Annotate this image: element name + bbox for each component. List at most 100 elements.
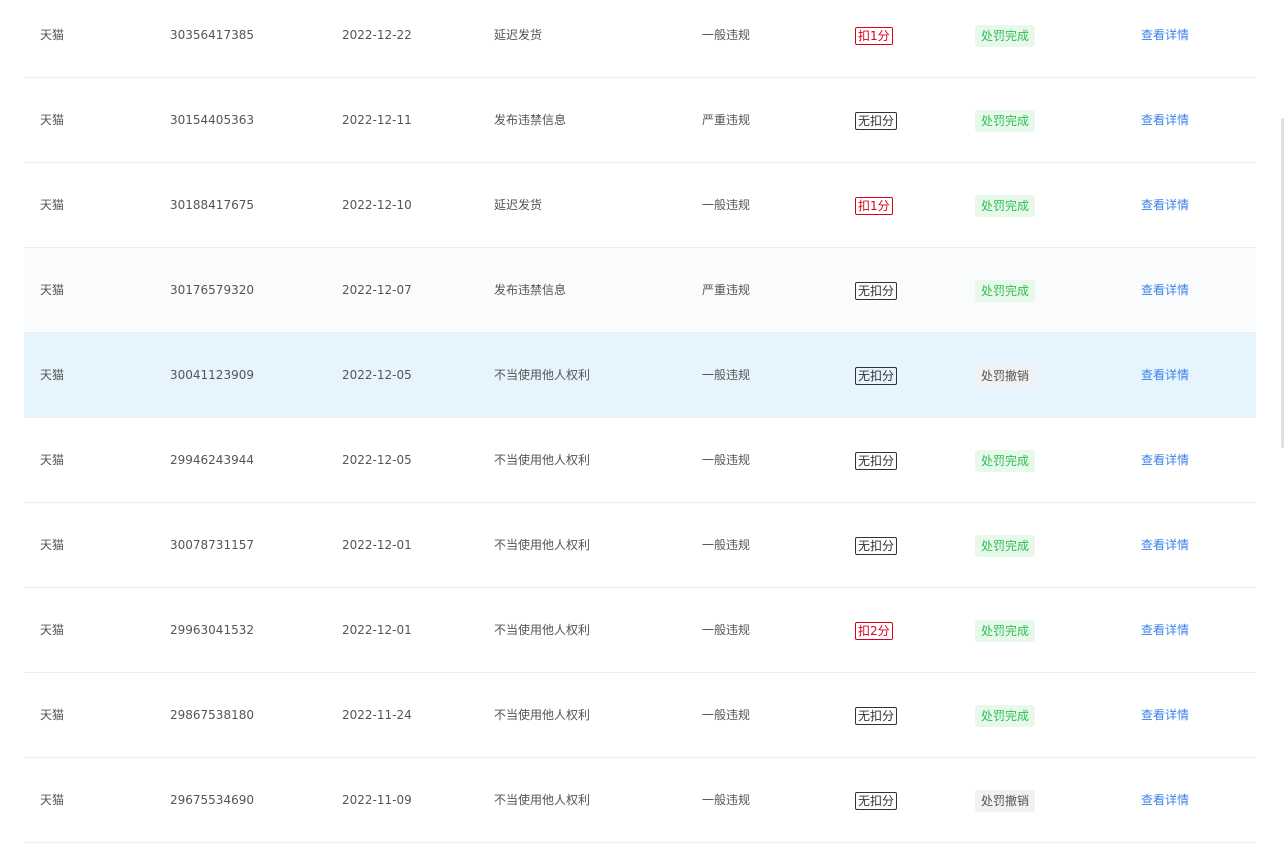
reason-cell: 不当使用他人权利 [494,453,591,467]
violation-id-cell: 30078731157 [170,538,254,552]
action-cell: 查看详情 [1141,503,1189,587]
reason-cell: 不当使用他人权利 [494,623,591,637]
date-cell: 2022-12-10 [342,198,412,212]
view-details-link[interactable]: 查看详情 [1141,538,1189,552]
status-cell: 处罚完成 [975,78,1036,162]
status-cell: 处罚完成 [975,503,1036,587]
date-cell: 2022-12-05 [342,368,412,382]
reason-cell: 不当使用他人权利 [494,708,591,722]
points-tag: 无扣分 [855,791,898,810]
violation-table: 天猫 30356417385 2022-12-22 延迟发货 一般违规 扣1分 … [24,0,1256,843]
action-cell: 查看详情 [1141,758,1189,842]
table-row: 天猫 30356417385 2022-12-22 延迟发货 一般违规 扣1分 … [24,0,1256,78]
points-tag: 扣2分 [855,621,893,640]
points-cell: 无扣分 [855,503,898,587]
table-row: 天猫 30176579320 2022-12-07 发布违禁信息 严重违规 无扣… [24,248,1256,333]
status-cell: 处罚完成 [975,248,1036,332]
view-details-link[interactable]: 查看详情 [1141,708,1189,722]
view-details-link[interactable]: 查看详情 [1141,793,1189,807]
status-badge: 处罚完成 [975,704,1036,727]
date-cell: 2022-11-24 [342,708,412,722]
level-cell: 一般违规 [702,453,751,467]
points-tag: 无扣分 [855,366,898,385]
status-badge: 处罚完成 [975,449,1036,472]
date-cell: 2022-12-07 [342,283,412,297]
points-tag: 无扣分 [855,536,898,555]
platform-cell: 天猫 [40,198,65,212]
level-cell: 一般违规 [702,538,751,552]
platform-cell: 天猫 [40,368,65,382]
level-cell: 严重违规 [702,283,751,297]
violation-id-cell: 29946243944 [170,453,254,467]
table-row: 天猫 29946243944 2022-12-05 不当使用他人权利 一般违规 … [24,418,1256,503]
reason-cell: 不当使用他人权利 [494,368,591,382]
points-tag: 无扣分 [855,111,898,130]
status-badge: 处罚撤销 [975,364,1036,387]
level-cell: 一般违规 [702,708,751,722]
view-details-link[interactable]: 查看详情 [1141,453,1189,467]
date-cell: 2022-12-01 [342,623,412,637]
status-cell: 处罚撤销 [975,333,1036,417]
date-cell: 2022-12-05 [342,453,412,467]
status-badge: 处罚完成 [975,619,1036,642]
points-tag: 扣1分 [855,26,893,45]
points-tag: 无扣分 [855,281,898,300]
action-cell: 查看详情 [1141,418,1189,502]
level-cell: 一般违规 [702,28,751,42]
status-cell: 处罚完成 [975,163,1036,247]
platform-cell: 天猫 [40,623,65,637]
violation-id-cell: 30176579320 [170,283,254,297]
table-row: 天猫 30078731157 2022-12-01 不当使用他人权利 一般违规 … [24,503,1256,588]
date-cell: 2022-11-09 [342,793,412,807]
points-cell: 无扣分 [855,248,898,332]
action-cell: 查看详情 [1141,588,1189,672]
view-details-link[interactable]: 查看详情 [1141,198,1189,212]
status-cell: 处罚完成 [975,0,1036,77]
status-badge: 处罚完成 [975,24,1036,47]
points-cell: 无扣分 [855,78,898,162]
view-details-link[interactable]: 查看详情 [1141,113,1189,127]
level-cell: 一般违规 [702,198,751,212]
points-cell: 扣2分 [855,588,893,672]
status-cell: 处罚完成 [975,588,1036,672]
reason-cell: 不当使用他人权利 [494,538,591,552]
points-tag: 扣1分 [855,196,893,215]
level-cell: 一般违规 [702,623,751,637]
points-cell: 扣1分 [855,163,893,247]
view-details-link[interactable]: 查看详情 [1141,283,1189,297]
action-cell: 查看详情 [1141,673,1189,757]
status-cell: 处罚完成 [975,673,1036,757]
violation-id-cell: 30356417385 [170,28,254,42]
points-cell: 无扣分 [855,758,898,842]
date-cell: 2022-12-01 [342,538,412,552]
violation-id-cell: 29675534690 [170,793,254,807]
points-cell: 扣1分 [855,0,893,77]
platform-cell: 天猫 [40,538,65,552]
status-cell: 处罚完成 [975,418,1036,502]
reason-cell: 发布违禁信息 [494,283,567,297]
points-cell: 无扣分 [855,418,898,502]
points-cell: 无扣分 [855,333,898,417]
status-badge: 处罚完成 [975,279,1036,302]
table-row: 天猫 29963041532 2022-12-01 不当使用他人权利 一般违规 … [24,588,1256,673]
action-cell: 查看详情 [1141,0,1189,77]
table-row: 天猫 29675534690 2022-11-09 不当使用他人权利 一般违规 … [24,758,1256,843]
view-details-link[interactable]: 查看详情 [1141,28,1189,42]
action-cell: 查看详情 [1141,333,1189,417]
status-cell: 处罚撤销 [975,758,1036,842]
status-badge: 处罚完成 [975,109,1036,132]
reason-cell: 延迟发货 [494,198,543,212]
violation-id-cell: 30154405363 [170,113,254,127]
platform-cell: 天猫 [40,28,65,42]
view-details-link[interactable]: 查看详情 [1141,368,1189,382]
table-row: 天猫 30041123909 2022-12-05 不当使用他人权利 一般违规 … [24,333,1256,418]
platform-cell: 天猫 [40,708,65,722]
view-details-link[interactable]: 查看详情 [1141,623,1189,637]
vertical-scrollbar[interactable] [1280,0,1284,822]
action-cell: 查看详情 [1141,78,1189,162]
table-row: 天猫 29867538180 2022-11-24 不当使用他人权利 一般违规 … [24,673,1256,758]
platform-cell: 天猫 [40,113,65,127]
violation-id-cell: 30188417675 [170,198,254,212]
date-cell: 2022-12-11 [342,113,412,127]
reason-cell: 发布违禁信息 [494,113,567,127]
